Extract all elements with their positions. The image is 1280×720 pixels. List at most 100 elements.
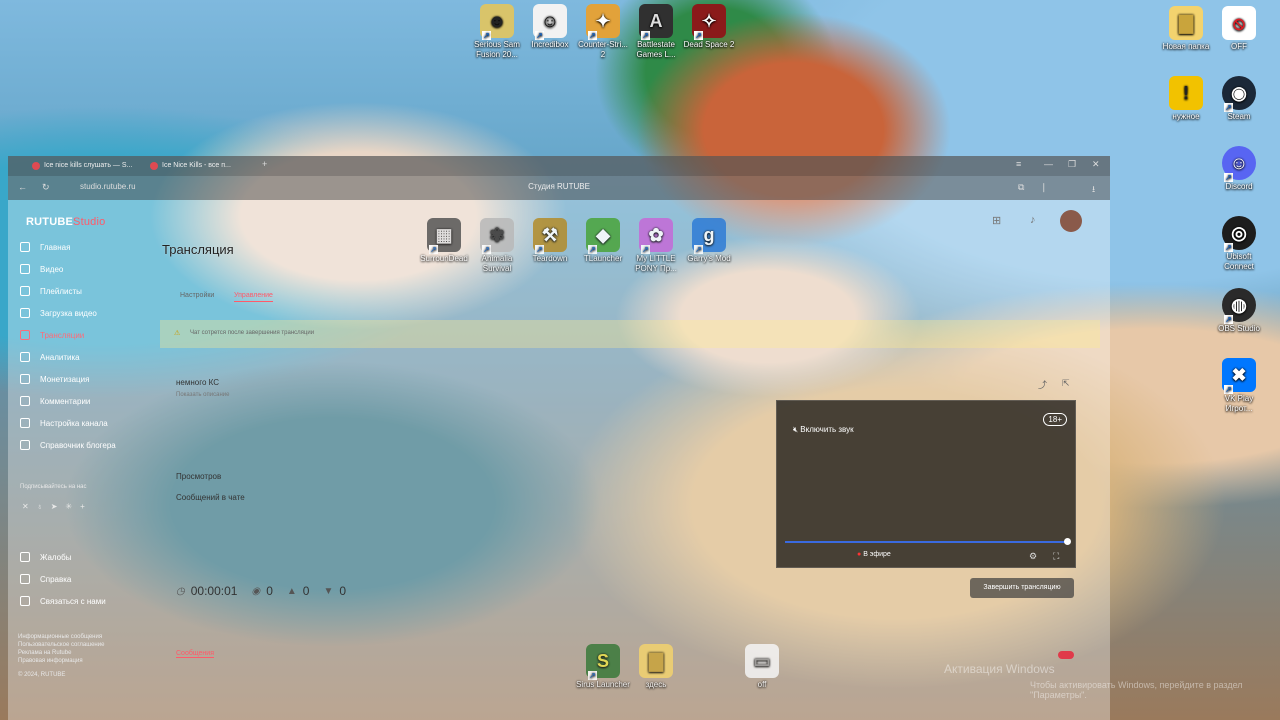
- desktop-icon-here-folder[interactable]: ▇ здесь: [628, 644, 684, 690]
- browser-tab-2[interactable]: Ice Nice Kills - все п...: [146, 158, 262, 174]
- unmute-button[interactable]: 🔇︎ Включить звук: [793, 425, 854, 435]
- desktop-icon-battlestate[interactable]: A Battlestate Games L...: [628, 4, 684, 60]
- desktop-icon-label: Новая папка: [1162, 42, 1210, 51]
- stream-preview-player[interactable]: 🔇︎ Включить звук 18+ В эфире ⚙ ⛶: [776, 400, 1076, 568]
- browser-tab-1[interactable]: Ice nice kills слушать — S...: [28, 158, 154, 174]
- stat-viewers: ◉ 0: [251, 584, 272, 598]
- sidebar-item-comments[interactable]: Комментарии: [20, 396, 90, 406]
- desktop-icon-animalia[interactable]: ✾ Animalia Survival: [469, 218, 525, 274]
- desktop-icon-obs[interactable]: ◍ OBS Studio: [1211, 288, 1267, 334]
- show-description-link[interactable]: Показать описание: [176, 392, 229, 398]
- sidebar-item-playlists[interactable]: Плейлисты: [20, 286, 82, 296]
- desktop-icon-incredibox[interactable]: ☺ Incredibox: [522, 4, 578, 50]
- footer-copyright: © 2024, RUTUBE: [18, 672, 66, 678]
- tab-settings[interactable]: Настройки: [180, 292, 214, 299]
- desktop-icon-needed[interactable]: ! нужное: [1158, 76, 1214, 122]
- url-field[interactable]: studio.rutube.ru: [80, 182, 136, 191]
- desktop-icon-surrounddead[interactable]: ▦ SurrounDead: [416, 218, 472, 264]
- minimize-icon[interactable]: —: [1044, 159, 1053, 169]
- windows-activation-text: Чтобы активировать Windows, перейдите в …: [1030, 680, 1243, 700]
- avatar[interactable]: [1060, 210, 1082, 232]
- unmute-label: Включить звук: [800, 425, 854, 434]
- open-external-icon[interactable]: ⇱: [1062, 378, 1070, 389]
- desktop-icon-garrysmod[interactable]: g Garry's Mod: [681, 218, 737, 264]
- share-icon[interactable]: ⤴: [1038, 378, 1047, 391]
- desktop-icon-tlauncher[interactable]: ◆ TLauncher: [575, 218, 631, 264]
- surrounddead-icon: ▦: [427, 218, 461, 254]
- close-icon[interactable]: ✕: [1092, 159, 1100, 170]
- desktop-icon-new-folder[interactable]: ▇ Новая папка: [1158, 6, 1214, 52]
- chat-toggle[interactable]: [1058, 651, 1074, 659]
- home-icon: [20, 242, 30, 252]
- desktop-icon-steam[interactable]: ◉ Steam: [1211, 76, 1267, 122]
- desktop-icon-label: нужное: [1172, 112, 1200, 121]
- download-icon[interactable]: ⭳: [1092, 182, 1095, 198]
- sidebar-item-monetization[interactable]: Монетизация: [20, 374, 89, 384]
- incredibox-icon: ☺: [533, 4, 567, 40]
- sidebar-item-blogger-guide[interactable]: Справочник блогера: [20, 440, 116, 450]
- end-stream-button[interactable]: Завершить трансляцию: [970, 578, 1074, 598]
- serious-sam-icon: ☻: [480, 4, 514, 40]
- age-badge: 18+: [1043, 413, 1067, 426]
- footer-link-agreement[interactable]: Пользовательское соглашение: [18, 642, 104, 648]
- desktop-icon-label: Incredibox: [531, 40, 569, 49]
- desktop-icon-label: SurrounDead: [420, 254, 468, 263]
- sidebar-item-channel-settings[interactable]: Настройка канала: [20, 418, 108, 428]
- footer-link-legal[interactable]: Правовая информация: [18, 658, 83, 664]
- discord-icon: ☺: [1222, 146, 1256, 182]
- settings-icon[interactable]: ⚙: [1029, 551, 1037, 562]
- tab-messages[interactable]: Сообщения: [176, 650, 214, 658]
- sidebar-item-contact[interactable]: Связаться с нами: [20, 596, 106, 606]
- page-title: Трансляция: [162, 242, 234, 257]
- stream-icon: [20, 330, 30, 340]
- desktop-icon-counter-strike[interactable]: ✦ Counter-Stri... 2: [575, 4, 631, 60]
- sidebar-item-streams[interactable]: Трансляции: [20, 330, 84, 340]
- desktop-icon-serious-sam[interactable]: ☻ Serious Sam Fusion 20...: [469, 4, 525, 60]
- vk-icon[interactable]: ✕: [22, 502, 37, 511]
- desktop-icon-vkplay[interactable]: ✖ VK Play Игрот...: [1211, 358, 1267, 414]
- desktop-icon-pony[interactable]: ✿ My LITTLE PONY Пр...: [628, 218, 684, 274]
- sidebar-item-complaints[interactable]: Жалобы: [20, 552, 71, 562]
- extensions-icon[interactable]: ⧉: [1018, 182, 1024, 193]
- dzen-icon[interactable]: ✳: [65, 502, 80, 511]
- desktop-icon-discord[interactable]: ☺ Discord: [1211, 146, 1267, 192]
- sidebar-item-label: Плейлисты: [40, 286, 82, 296]
- live-indicator: В эфире: [857, 551, 891, 558]
- footer-link-info[interactable]: Информационные сообщения: [18, 634, 102, 640]
- sidebar-item-home[interactable]: Главная: [20, 242, 70, 252]
- upload-icon[interactable]: ⊞: [992, 214, 1001, 227]
- footer-link-ads[interactable]: Реклама на Rutube: [18, 650, 71, 656]
- desktop-icon-label: OFF: [1231, 42, 1247, 51]
- bell-icon[interactable]: ♪: [1030, 214, 1036, 226]
- new-tab-icon[interactable]: +: [262, 159, 267, 169]
- plus-icon[interactable]: +: [80, 502, 93, 511]
- desktop-icon-label: Battlestate Games L...: [636, 40, 676, 59]
- fullscreen-icon[interactable]: ⛶: [1053, 551, 1059, 562]
- desktop-icon-dead-space[interactable]: ✧ Dead Space 2: [681, 4, 737, 50]
- sidebar-item-upload[interactable]: Загрузка видео: [20, 308, 97, 318]
- desktop-icon-off[interactable]: ⦸ OFF: [1211, 6, 1267, 52]
- desktop-icon-label: My LITTLE PONY Пр...: [635, 254, 677, 273]
- rutube-studio-logo[interactable]: RUTUBEStudio: [26, 216, 105, 228]
- menu-icon[interactable]: ≡: [1016, 159, 1021, 169]
- dislike-icon: ▼: [323, 585, 334, 597]
- sidebar-item-video[interactable]: Видео: [20, 264, 63, 274]
- telegram-icon[interactable]: ➤: [51, 502, 66, 511]
- desktop-icon-sirus[interactable]: S Sirus Launcher: [575, 644, 631, 690]
- progress-handle[interactable]: [1064, 538, 1071, 545]
- dead-space-icon: ✧: [692, 4, 726, 40]
- progress-bar[interactable]: [785, 541, 1067, 543]
- sidebar-item-help[interactable]: Справка: [20, 574, 71, 584]
- desktop-icon-teardown[interactable]: ⚒ Teardown: [522, 218, 578, 264]
- battlestate-icon: A: [639, 4, 673, 40]
- bookmark-icon[interactable]: ❘: [1040, 182, 1048, 193]
- ubisoft-icon: ◎: [1222, 216, 1256, 252]
- folder-icon: ▇: [639, 644, 673, 678]
- tab-control[interactable]: Управление: [234, 292, 273, 302]
- maximize-icon[interactable]: ❐: [1068, 159, 1076, 170]
- desktop-icon-off-file[interactable]: ▭ off: [734, 644, 790, 690]
- sidebar-item-analytics[interactable]: Аналитика: [20, 352, 80, 362]
- desktop-icon-ubisoft[interactable]: ◎ Ubisoft Connect: [1211, 216, 1267, 272]
- social-icons: ✕♁➤✳+: [22, 502, 93, 511]
- ok-icon[interactable]: ♁: [37, 502, 51, 511]
